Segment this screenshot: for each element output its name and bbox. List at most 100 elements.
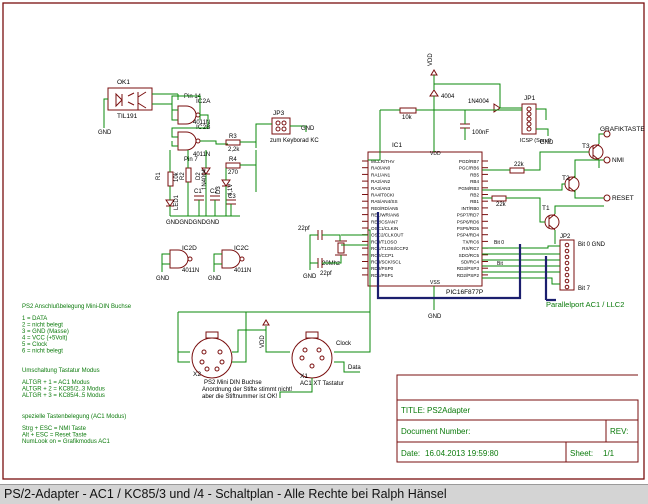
ic1-vss: VSS — [430, 280, 441, 286]
x2-note2: aber die Stiftnummer ist OK! — [202, 394, 278, 400]
t3-ref: T3 — [582, 143, 590, 150]
note-line: 4 = VCC (+5Volt) — [22, 336, 67, 342]
ic1-right-pin-label: RB2 — [470, 193, 479, 198]
ic1-left-pin-label: OSC1/CLKIN — [371, 226, 398, 231]
ic1-right-pin-label: PGC/RB6 — [459, 166, 480, 171]
ic1-right-pin-label: TX/RC6 — [463, 239, 480, 244]
ic1-left-pin-label: RC3/SCK/SCL — [371, 260, 402, 265]
ic1-left-pin-label: RA2/AN2 — [371, 179, 391, 184]
vdd-top-label: VDD — [428, 53, 434, 66]
ic1-right-pin-label: PGD/RB7 — [459, 159, 480, 164]
r1-ref: R1 — [156, 172, 162, 180]
jp3-ref: JP3 — [273, 110, 285, 117]
terminal-nmi — [603, 156, 611, 164]
r-22k-a-label: 22k — [514, 162, 525, 168]
ic1-left-pin-label: RA0/AN0 — [371, 166, 391, 171]
data-net-label: Data — [348, 365, 361, 371]
ic1-right-pin-label: RD3/PSP3 — [457, 266, 480, 271]
tb-docnum-label: Document Number: — [401, 427, 470, 436]
ic2c-ref: IC2C — [234, 245, 249, 252]
bit-gnd-label: Bit 0 GND — [578, 242, 606, 248]
keys-title: spezielle Tastenbelegung (AC1 Modus) — [22, 414, 126, 420]
ic1-ref: IC1 — [392, 142, 403, 149]
gnd-ok1: GND — [98, 130, 112, 136]
jp2-ref: JP2 — [560, 234, 571, 240]
r2-ref: R2 — [180, 172, 186, 180]
pin7-label: Pin 7 — [184, 157, 198, 163]
ic1-right-pin-label: RD2/PSP2 — [457, 273, 480, 278]
note-line: 5 = Clock — [22, 342, 48, 348]
ic2d-ref: IC2D — [182, 245, 197, 252]
clock-net-label: Clock — [336, 341, 352, 347]
note-line: 3 = GND (Masse) — [22, 329, 69, 335]
r4-ref: R4 — [229, 157, 237, 163]
gnd-ic2c: GND — [208, 276, 222, 282]
ic1-right-pin-label: PSP4/RD4 — [457, 233, 480, 238]
r4-value: 270 — [228, 170, 239, 176]
terminal-reset — [603, 194, 611, 202]
d-1n4004-label: 1N4004 — [468, 99, 490, 105]
ic1-right-pin-label: RB1 — [470, 199, 479, 204]
ic1-left-pin-label: RA3/AN3 — [371, 186, 391, 191]
ic1-right-pin-label: PSP5/RD5 — [457, 226, 480, 231]
note-line: 1 = DATA — [22, 316, 47, 322]
x2-note1: Anordnung der Stifte stimmt nicht! — [202, 387, 293, 393]
tb-sheet-label: Sheet: — [570, 449, 593, 458]
x1-desc: AC1 XT Tastatur — [300, 381, 344, 387]
tb-title-label: TITLE: — [401, 406, 425, 415]
gnd-ic1: GND — [428, 314, 442, 320]
ic1-left-pin-label: RE2/CS/AN7 — [371, 219, 398, 224]
ok1-part: TIL191 — [117, 113, 138, 120]
tb-rev-label: REV: — [610, 427, 628, 436]
bit7-label: Bit 7 — [578, 286, 591, 292]
gnd-row: GNDGNDGNDGND — [166, 220, 220, 226]
c-100nf-label: 100nF — [472, 130, 489, 136]
t2-ref: T2 — [562, 175, 570, 182]
note-line: ALTGR + 1 = AC1 Modus — [22, 380, 90, 386]
sheet-frame — [2, 2, 645, 480]
tb-date-label: Date: — [401, 449, 420, 458]
note-line: Strg + ESC = NMI Taste — [22, 426, 87, 432]
x1-ref: X1 — [300, 373, 308, 380]
ic1-left-pin-label: RC0/T1OSO — [371, 239, 397, 244]
ic1-right-pin-label: PGM/RB3 — [458, 186, 479, 191]
tb-title-value: PS2Adapter — [427, 406, 470, 415]
schematic-diagram: OK1 TIL191 GND IC2A 4011N Pin 14 IC2B 40… — [2, 2, 645, 480]
reset-label: RESET — [612, 195, 634, 202]
x2-ref: X2 — [193, 371, 201, 378]
ic1-right-pin-label: PSP6/RD6 — [457, 219, 480, 224]
ps2-title: PS2 Anschlußbelegung Mini-DIN Buchse — [22, 304, 132, 310]
ic1-part: PIC16F877P — [446, 289, 483, 296]
ic1-right-pin-label: PSP7/RD7 — [457, 213, 480, 218]
vdd-din-label: VDD — [260, 335, 266, 348]
note-line: Alt + ESC = Reset Taste — [22, 433, 87, 439]
note-line: 6 = nicht belegt — [22, 349, 63, 355]
ic1-left-pin-label: RA1/AN1 — [371, 172, 391, 177]
ic2c-part: 4011N — [234, 268, 251, 274]
jp1-ref: JP1 — [524, 95, 536, 102]
x2-desc: PS2 Mini DIN Buchse — [204, 380, 262, 386]
ic1-left-pin-label: OSC2/CLKOUT — [371, 233, 404, 238]
ic1-right-pin-label: RX/RC7 — [462, 246, 479, 251]
ic1-left-pin-label: RA4/T0CKI — [371, 193, 394, 198]
ic1-left-pin-label: RA5/AN4/SS — [371, 199, 398, 204]
r3-value: 2,2k — [228, 147, 240, 153]
d-4004-label: 4004 — [441, 94, 455, 100]
note-line: 2 = nicht belegt — [22, 323, 63, 329]
r3-ref: R3 — [229, 134, 237, 140]
ok1-ref: OK1 — [117, 79, 130, 86]
ic1-left-pin-label: RE0/RD/AN5 — [371, 206, 399, 211]
mode-title: Umschaltung Tastatur Modus — [22, 368, 100, 374]
r-10k-label: 10k — [402, 115, 413, 121]
pin14-label: Pin 14 — [184, 94, 202, 100]
ic1-right-pin-label: INT/RB0 — [461, 206, 479, 211]
c3-ref: C3 — [228, 194, 236, 200]
nmi-label: NMI — [612, 157, 624, 164]
c-22pf-a-label: 22pf — [298, 226, 310, 232]
ic1-right-pin-label: SDO/RC5 — [459, 253, 480, 258]
gnd-jp3: GND — [301, 126, 315, 132]
ic1-left-pin-label: RD1/PSP1 — [371, 273, 394, 278]
ic1-left-pin-label: RE1/WR/AN6 — [371, 213, 400, 218]
ps2-lines: 1 = DATA2 = nicht belegt3 = GND (Masse)4… — [22, 316, 69, 355]
d1-ref: 1N4004 — [202, 168, 208, 190]
